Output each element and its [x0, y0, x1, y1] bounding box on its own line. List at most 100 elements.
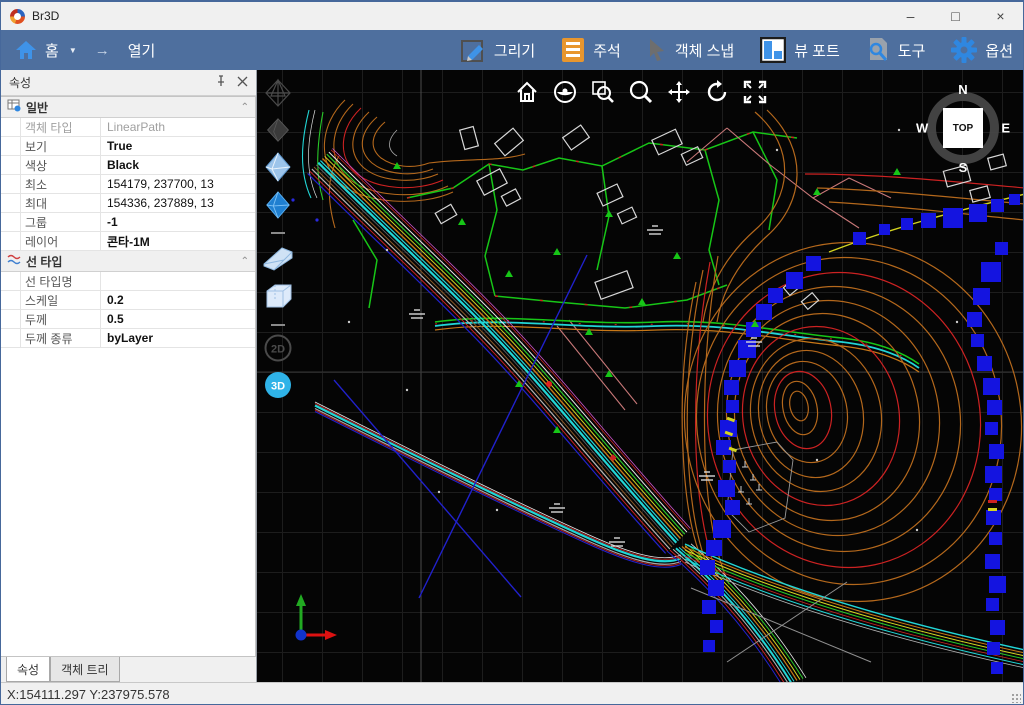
compass-west[interactable]: W [916, 121, 928, 136]
close-button[interactable]: × [978, 2, 1023, 30]
status-bar: X:154111.297 Y:237975.578 [1, 682, 1023, 705]
property-label: 레이어 [21, 232, 101, 250]
property-table: 일반 ⌃ 객체 타입LinearPath보기True색상Black최소154179,… [1, 96, 256, 657]
ribbon-group-label: 도구 [898, 40, 926, 61]
ribbon-group-object-snap[interactable]: 객체 스냅 [647, 38, 734, 62]
shaded-view-icon[interactable] [263, 152, 293, 187]
svg-text:2D: 2D [271, 344, 285, 356]
property-row: 그룹-1 [1, 213, 255, 232]
section-header[interactable]: 일반 ⌃ [1, 97, 255, 118]
property-label: 보기 [21, 137, 101, 155]
panel-tabs: 속성객체 트리 [1, 657, 256, 682]
home-icon[interactable] [15, 40, 37, 60]
box-view-icon[interactable] [262, 281, 294, 316]
property-label: 두께 [21, 310, 101, 328]
collapse-chevron-icon[interactable]: ⌃ [241, 102, 249, 113]
cad-canvas[interactable] [257, 70, 1023, 682]
maximize-button[interactable]: □ [933, 2, 978, 30]
toolbar-separator [271, 324, 285, 326]
pin-icon[interactable] [215, 75, 227, 90]
ribbon-group-options[interactable]: 옵션 [951, 37, 1013, 63]
cursor-coordinates: X:154111.297 Y:237975.578 [7, 687, 170, 702]
mode-2d-button[interactable]: 2D [264, 334, 292, 367]
property-value[interactable]: LinearPath [101, 118, 255, 136]
ribbon: 홈 ▼ → 열기 그리기주석객체 스냅뷰 포트도구옵션 [1, 30, 1023, 70]
row-indent [1, 156, 21, 174]
home-view-icon[interactable] [513, 78, 540, 106]
pink-lines [557, 128, 891, 410]
pencil-icon [460, 37, 486, 63]
row-indent [1, 310, 21, 328]
zoom-fit-icon[interactable] [741, 78, 768, 106]
section-title: 선 타입 [26, 253, 62, 270]
open-button[interactable]: 열기 [128, 40, 156, 61]
chevron-down-icon: ▼ [69, 46, 77, 55]
property-value[interactable]: byLayer [101, 329, 255, 347]
property-value[interactable]: 154336, 237889, 13 [101, 194, 255, 212]
ribbon-group-draw[interactable]: 그리기 [460, 37, 535, 63]
app-title: Br3D [32, 9, 59, 23]
zoom-icon[interactable] [627, 78, 654, 106]
row-indent [1, 194, 21, 212]
rotate-icon[interactable] [703, 78, 730, 106]
home-menu[interactable]: 홈 [45, 40, 59, 61]
pan-icon[interactable] [665, 78, 692, 106]
property-row: 객체 타입LinearPath [1, 118, 255, 137]
property-row: 색상Black [1, 156, 255, 175]
ribbon-groups: 그리기 주석 객체 스냅 뷰 포트 도구 옵션 [460, 37, 1023, 63]
ribbon-group-label: 객체 스냅 [675, 40, 734, 61]
property-value[interactable]: -1 [101, 213, 255, 231]
property-row: 두께0.5 [1, 310, 255, 329]
property-value[interactable]: Black [101, 156, 255, 174]
section-header[interactable]: 선 타입 ⌃ [1, 251, 255, 272]
viewport-icon [760, 37, 786, 63]
property-value[interactable]: 0.2 [101, 291, 255, 309]
ribbon-group-viewport[interactable]: 뷰 포트 [760, 37, 840, 63]
ucs-axes-icon [296, 594, 338, 641]
panel-close-icon[interactable] [237, 76, 248, 90]
hidden-view-icon[interactable] [265, 117, 291, 148]
collapse-chevron-icon[interactable]: ⌃ [241, 256, 249, 267]
view-navigation-bar [513, 78, 768, 106]
panel-tab-properties[interactable]: 속성 [6, 657, 50, 682]
cad-viewport[interactable]: 2D 3D N S W E TOP [257, 70, 1023, 682]
property-row: 스케일0.2 [1, 291, 255, 310]
view-compass[interactable]: N S W E TOP [919, 84, 1007, 172]
compass-east[interactable]: E [1001, 121, 1010, 136]
minimize-button[interactable]: – [888, 2, 933, 30]
ribbon-group-label: 그리기 [494, 40, 535, 61]
construction-lines [334, 255, 587, 598]
property-value[interactable]: 154179, 237700, 13 [101, 175, 255, 193]
misc-marks [546, 381, 997, 511]
section-title: 일반 [26, 99, 48, 116]
slab-view-icon[interactable] [261, 242, 295, 277]
compass-north[interactable]: N [958, 82, 967, 97]
compass-south[interactable]: S [959, 160, 968, 175]
property-value[interactable]: 0.5 [101, 310, 255, 328]
property-label: 색상 [21, 156, 101, 174]
wireframe-view-icon[interactable] [263, 78, 293, 113]
compass-top-face[interactable]: TOP [943, 108, 983, 148]
road-southeast [667, 544, 1023, 682]
resize-grip[interactable] [1011, 693, 1021, 703]
property-label: 최대 [21, 194, 101, 212]
realistic-view-icon[interactable] [264, 191, 292, 224]
ribbon-group-label: 옵션 [985, 40, 1013, 61]
properties-panel: 속성 일반 ⌃ 객체 타입LinearPath보기True색상Black최소1541… [1, 70, 257, 682]
ribbon-group-tools[interactable]: 도구 [866, 37, 926, 63]
property-row: 최대154336, 237889, 13 [1, 194, 255, 213]
row-indent [1, 118, 21, 136]
property-value[interactable]: True [101, 137, 255, 155]
property-value[interactable]: 콘타-1M [101, 232, 255, 250]
zoom-window-icon[interactable] [589, 78, 616, 106]
property-label: 선 타입명 [21, 272, 101, 290]
property-value[interactable] [101, 272, 255, 290]
mode-3d-button[interactable]: 3D [264, 371, 292, 404]
property-label: 최소 [21, 175, 101, 193]
orbit-icon[interactable] [551, 78, 578, 106]
panel-tab-object-tree[interactable]: 객체 트리 [50, 657, 120, 682]
ribbon-group-label: 뷰 포트 [794, 40, 840, 61]
ribbon-group-annotation[interactable]: 주석 [561, 37, 621, 63]
row-indent [1, 329, 21, 347]
row-indent [1, 175, 21, 193]
